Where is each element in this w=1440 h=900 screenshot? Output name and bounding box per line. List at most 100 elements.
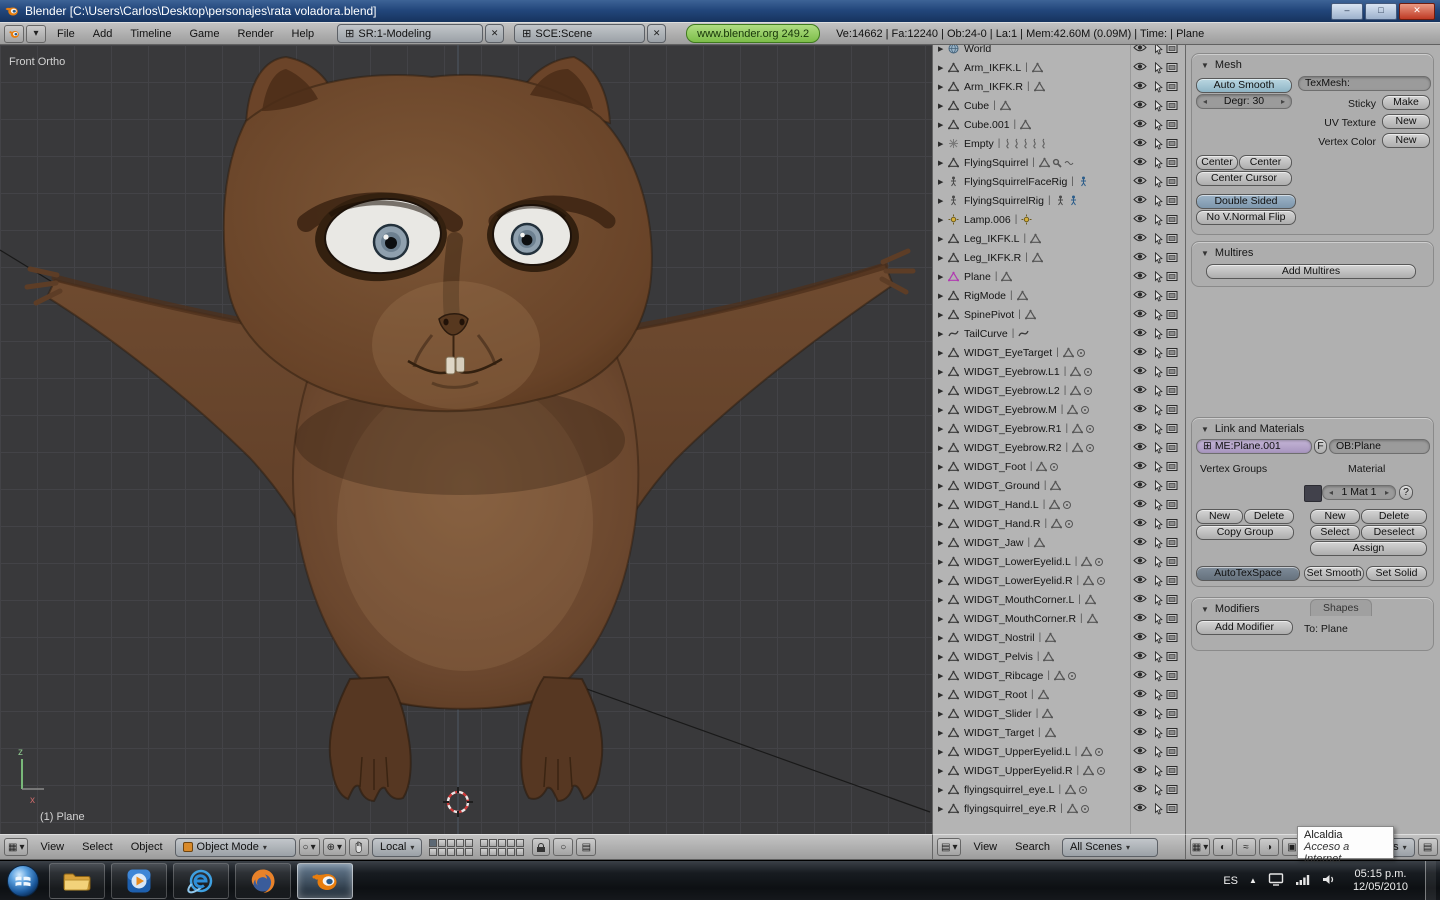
orientation-select[interactable]: Local ▾ bbox=[372, 837, 423, 857]
visibility-eye-icon[interactable] bbox=[1133, 347, 1147, 356]
manipulator-hand-icon[interactable] bbox=[349, 838, 370, 856]
object-name[interactable]: flyingsquirrel_eye.R bbox=[964, 803, 1056, 815]
outliner-row[interactable]: ▶ WIDGT_Target | bbox=[933, 723, 1186, 742]
visibility-eye-icon[interactable] bbox=[1133, 233, 1147, 242]
collapse-icon[interactable]: ▼ bbox=[1201, 61, 1209, 70]
collapse-icon[interactable]: ▼ bbox=[1201, 425, 1209, 434]
object-name[interactable]: WIDGT_Eyebrow.L1 bbox=[964, 366, 1060, 378]
editor-type-icon[interactable]: ▦ ▾ bbox=[4, 838, 29, 856]
expand-icon[interactable]: ▶ bbox=[938, 197, 948, 205]
object-name[interactable]: WIDGT_Eyebrow.R2 bbox=[964, 442, 1061, 454]
renderability-icon[interactable] bbox=[1166, 746, 1178, 757]
visibility-eye-icon[interactable] bbox=[1133, 442, 1147, 451]
renderability-icon[interactable] bbox=[1166, 727, 1178, 738]
context-script-icon[interactable]: ≈ bbox=[1236, 838, 1256, 856]
renderability-icon[interactable] bbox=[1166, 328, 1178, 339]
renderability-icon[interactable] bbox=[1166, 423, 1178, 434]
renderability-icon[interactable] bbox=[1166, 632, 1178, 643]
renderability-icon[interactable] bbox=[1166, 45, 1178, 54]
expand-icon[interactable]: ▶ bbox=[938, 558, 948, 566]
expand-icon[interactable]: ▶ bbox=[938, 102, 948, 110]
increment-icon[interactable]: ▸ bbox=[1385, 486, 1389, 499]
renderability-icon[interactable] bbox=[1166, 613, 1178, 624]
lock-icon[interactable] bbox=[532, 838, 551, 856]
expand-icon[interactable]: ▶ bbox=[938, 501, 948, 509]
visibility-eye-icon[interactable] bbox=[1133, 385, 1147, 394]
window-type-icon[interactable] bbox=[4, 24, 24, 43]
expand-icon[interactable]: ▶ bbox=[938, 786, 948, 794]
visibility-eye-icon[interactable] bbox=[1133, 252, 1147, 261]
renderability-icon[interactable] bbox=[1166, 195, 1178, 206]
layer-toggle[interactable] bbox=[480, 838, 489, 847]
outliner-row[interactable]: ▶ WIDGT_UpperEyelid.L | bbox=[933, 742, 1186, 761]
layer-toggle[interactable] bbox=[465, 838, 474, 847]
renderability-icon[interactable] bbox=[1166, 765, 1178, 776]
renderability-icon[interactable] bbox=[1166, 385, 1178, 396]
decrement-icon[interactable]: ◂ bbox=[1329, 486, 1333, 499]
expand-icon[interactable]: ▶ bbox=[938, 596, 948, 604]
expand-icon[interactable]: ▶ bbox=[938, 387, 948, 395]
expand-icon[interactable]: ▶ bbox=[938, 767, 948, 775]
object-name[interactable]: WIDGT_Target bbox=[964, 727, 1034, 739]
object-name[interactable]: WIDGT_Slider bbox=[964, 708, 1032, 720]
outliner-scope-select[interactable]: All Scenes ▾ bbox=[1062, 837, 1158, 857]
outliner-panel[interactable]: ▶ World ▶ Arm_IKFK.L | ▶ Arm_IKFK.R | ▶ Cube | ▶ Cub… bbox=[932, 45, 1186, 834]
auto-smooth-button[interactable]: Auto Smooth bbox=[1196, 78, 1292, 93]
visibility-eye-icon[interactable] bbox=[1133, 765, 1147, 774]
menubar-item[interactable]: File bbox=[48, 28, 84, 40]
outliner-row[interactable]: ▶ Leg_IKFK.L | bbox=[933, 229, 1186, 248]
volume-icon[interactable] bbox=[1321, 873, 1336, 889]
visibility-eye-icon[interactable] bbox=[1133, 727, 1147, 736]
select-button[interactable]: Select bbox=[1310, 525, 1360, 540]
material-index-field[interactable]: ◂ 1 Mat 1 ▸ bbox=[1322, 485, 1396, 500]
selectability-cursor-icon[interactable] bbox=[1154, 708, 1163, 720]
outliner-row[interactable]: ▶ WIDGT_LowerEyelid.L | bbox=[933, 552, 1186, 571]
visibility-eye-icon[interactable] bbox=[1133, 423, 1147, 432]
layer-toggle[interactable] bbox=[507, 838, 516, 847]
outliner-menu[interactable]: View bbox=[964, 841, 1006, 853]
selectability-cursor-icon[interactable] bbox=[1154, 347, 1163, 359]
layer-toggle[interactable] bbox=[498, 838, 507, 847]
context-shading-icon[interactable]: ◑ bbox=[1259, 838, 1279, 856]
renderability-icon[interactable] bbox=[1166, 575, 1178, 586]
object-name[interactable]: Plane bbox=[964, 271, 991, 283]
renderability-icon[interactable] bbox=[1166, 784, 1178, 795]
visibility-eye-icon[interactable] bbox=[1133, 214, 1147, 223]
visibility-eye-icon[interactable] bbox=[1133, 708, 1147, 717]
outliner-row[interactable]: ▶ WIDGT_Ground | bbox=[933, 476, 1186, 495]
object-name[interactable]: Leg_IKFK.L bbox=[964, 233, 1019, 245]
outliner-row[interactable]: ▶ FlyingSquirrel | bbox=[933, 153, 1186, 172]
selectability-cursor-icon[interactable] bbox=[1154, 385, 1163, 397]
visibility-eye-icon[interactable] bbox=[1133, 632, 1147, 641]
layer-toggle[interactable] bbox=[447, 847, 456, 856]
center-button[interactable]: Center bbox=[1196, 155, 1238, 170]
renderability-icon[interactable] bbox=[1166, 803, 1178, 814]
outliner-row[interactable]: ▶ WIDGT_Hand.R | bbox=[933, 514, 1186, 533]
add-multires-button[interactable]: Add Multires bbox=[1206, 264, 1416, 279]
outliner-row[interactable]: ▶ Plane | bbox=[933, 267, 1186, 286]
object-name[interactable]: WIDGT_LowerEyelid.L bbox=[964, 556, 1071, 568]
outliner-row[interactable]: ▶ WIDGT_Ribcage | bbox=[933, 666, 1186, 685]
visibility-eye-icon[interactable] bbox=[1133, 404, 1147, 413]
layer-toggle[interactable] bbox=[456, 838, 465, 847]
layer-toggle[interactable] bbox=[429, 847, 438, 856]
decrement-icon[interactable]: ◂ bbox=[1203, 95, 1207, 108]
selectability-cursor-icon[interactable] bbox=[1154, 100, 1163, 112]
outliner-menu[interactable]: Search bbox=[1006, 841, 1059, 853]
outliner-row[interactable]: ▶ WIDGT_Eyebrow.L2 | bbox=[933, 381, 1186, 400]
material-delete-button[interactable]: Delete bbox=[1361, 509, 1427, 524]
renderability-icon[interactable] bbox=[1166, 290, 1178, 301]
selectability-cursor-icon[interactable] bbox=[1154, 746, 1163, 758]
expand-icon[interactable]: ▶ bbox=[938, 577, 948, 585]
visibility-eye-icon[interactable] bbox=[1133, 290, 1147, 299]
mode-select[interactable]: Object Mode ▾ bbox=[174, 837, 296, 857]
visibility-eye-icon[interactable] bbox=[1133, 499, 1147, 508]
object-name[interactable]: Lamp.006 bbox=[964, 214, 1011, 226]
outliner-row[interactable]: ▶ Empty | bbox=[933, 134, 1186, 153]
visibility-eye-icon[interactable] bbox=[1133, 81, 1147, 90]
visibility-eye-icon[interactable] bbox=[1133, 271, 1147, 280]
renderability-icon[interactable] bbox=[1166, 461, 1178, 472]
expand-icon[interactable]: ▶ bbox=[938, 45, 948, 53]
object-name-field[interactable]: OB:Plane bbox=[1329, 439, 1430, 454]
minimize-button[interactable]: – bbox=[1331, 2, 1363, 20]
